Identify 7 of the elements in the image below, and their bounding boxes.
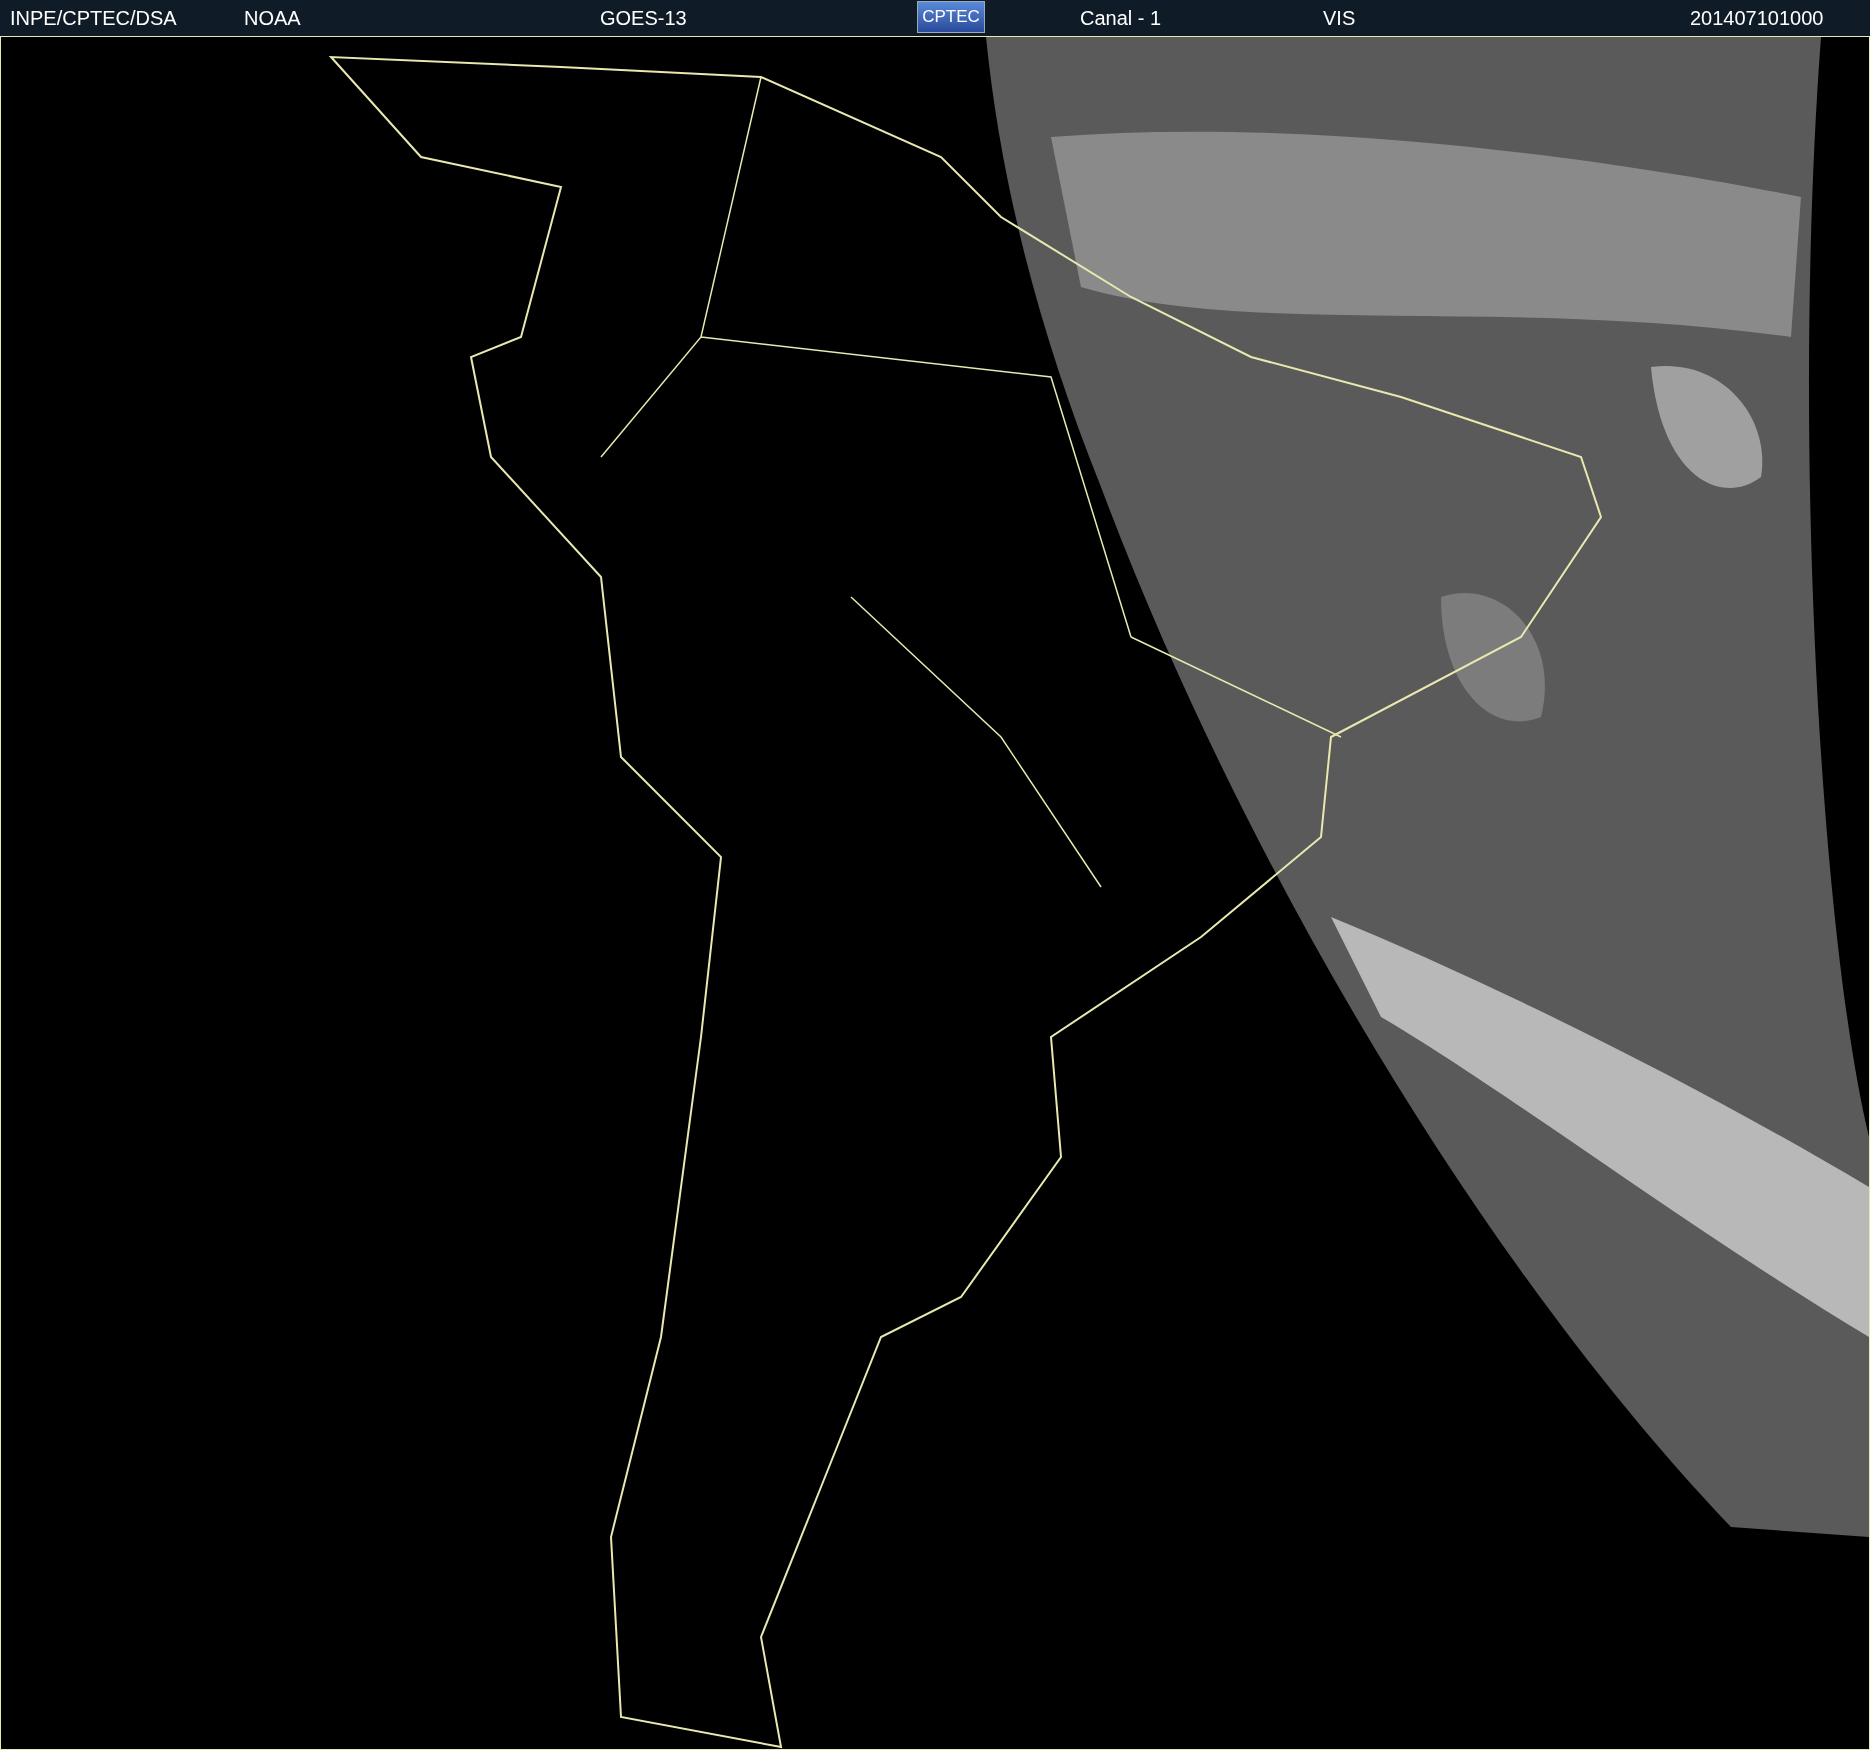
header-label: 201407101000 xyxy=(1690,6,1824,30)
logo: CPTEC xyxy=(917,1,985,33)
header-label: GOES-13 xyxy=(600,6,687,30)
header-label: NOAA xyxy=(244,6,301,30)
header-label: INPE/CPTEC/DSA xyxy=(10,6,177,30)
header-label: Canal - 1 xyxy=(1080,6,1162,30)
header-label: VIS xyxy=(1323,6,1356,30)
